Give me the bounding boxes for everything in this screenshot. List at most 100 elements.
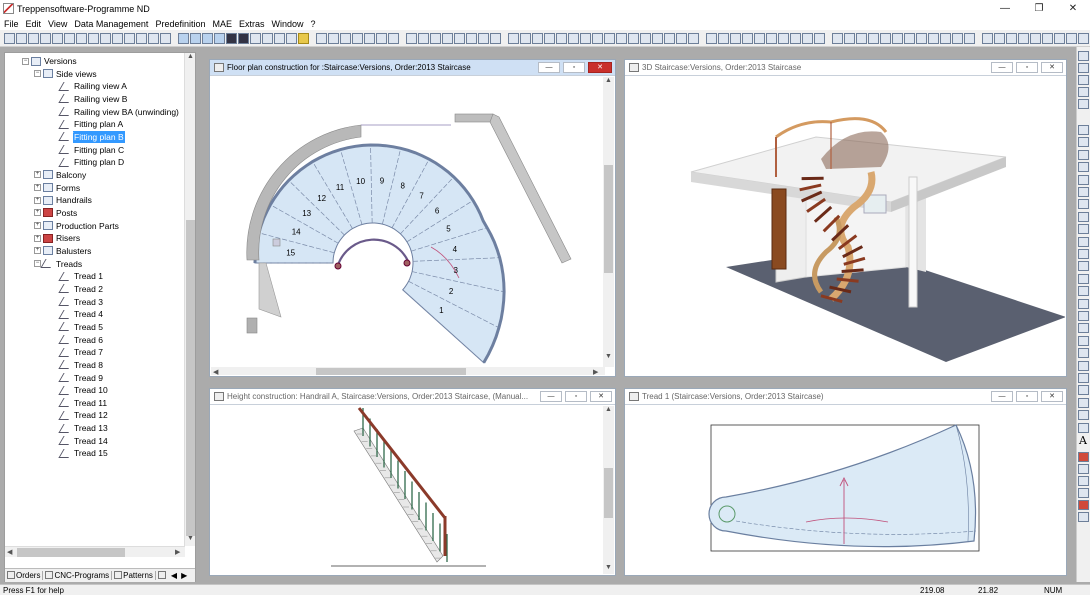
view-3d-canvas[interactable] [626, 77, 1065, 375]
toolbar-tool-icon[interactable] [904, 32, 915, 44]
toolbar-tool-icon[interactable] [778, 32, 789, 44]
toolbar-tool-icon[interactable] [418, 32, 429, 44]
drawing-tool-icon[interactable] [1078, 187, 1089, 197]
toolbar-tool-icon[interactable] [856, 32, 867, 44]
toolbar-tool-icon[interactable] [112, 32, 123, 44]
toolbar-tool-icon[interactable] [580, 32, 591, 44]
tree-item[interactable]: Tread 9 [58, 372, 104, 384]
view-3d-window[interactable]: 3D Staircase:Versions, Order:2013 Stairc… [624, 59, 1067, 377]
menu-view[interactable]: View [44, 19, 70, 29]
toolbar-tool-icon[interactable] [676, 32, 687, 44]
toolbar-tool-icon[interactable] [64, 32, 75, 44]
tread-header[interactable]: Tread 1 (Staircase:Versions, Order:2013 … [625, 389, 1066, 405]
tree-item[interactable]: − Versions [22, 55, 78, 67]
height-scroll-up-icon[interactable]: ▲ [605, 406, 612, 413]
toolbar-tool-icon[interactable] [754, 32, 765, 44]
toolbar-tool-icon[interactable] [928, 32, 939, 44]
drawing-tool-icon[interactable] [1078, 261, 1089, 272]
drawing-tool-icon[interactable] [1078, 410, 1089, 421]
tree-item[interactable]: Railing view B [58, 93, 128, 105]
floor-plan-maximize-button[interactable]: ▫ [563, 62, 585, 73]
toolbar-tool-icon[interactable] [4, 32, 15, 44]
toolbar-tool-icon[interactable] [790, 32, 801, 44]
toolbar-tool-icon[interactable] [316, 32, 327, 44]
height-scroll-down-icon[interactable]: ▼ [605, 564, 612, 571]
toolbar-tool-icon[interactable] [52, 32, 63, 44]
drawing-tool-icon[interactable] [1078, 373, 1089, 383]
tree-item[interactable]: Tread 13 [58, 422, 109, 434]
drawing-tool-icon[interactable] [1078, 286, 1089, 297]
tree-scroll-thumb[interactable] [186, 220, 195, 536]
tree-expander-icon[interactable]: − [22, 57, 29, 65]
tree-horizontal-scrollbar[interactable]: ◀ ▶ [5, 546, 185, 557]
toolbar-tool-icon[interactable] [880, 32, 891, 44]
height-construction-window[interactable]: Height construction: Handrail A, Stairca… [209, 388, 616, 576]
drawing-tool-icon[interactable] [1078, 149, 1089, 160]
toolbar-tool-icon[interactable] [40, 32, 51, 44]
tree-item[interactable]: + Risers [34, 232, 81, 244]
tree-item[interactable]: Tread 7 [58, 346, 104, 358]
toolbar-tool-icon[interactable] [592, 32, 603, 44]
drawing-tool-icon[interactable] [1078, 311, 1089, 321]
toolbar-tool-icon[interactable] [952, 32, 963, 44]
toolbar-tool-icon[interactable] [406, 32, 417, 44]
toolbar-tool-icon[interactable] [16, 32, 27, 44]
tree-item[interactable]: + Handrails [34, 194, 93, 206]
toolbar-tool-icon[interactable] [1030, 32, 1041, 44]
drawing-tool-icon[interactable] [1078, 63, 1089, 73]
toolbar-tool-icon[interactable] [202, 32, 213, 44]
toolbar-tool-icon[interactable] [226, 32, 237, 44]
toolbar-tool-icon[interactable] [982, 32, 993, 44]
tread-close-button[interactable]: ✕ [1041, 391, 1063, 402]
drawing-tool-icon[interactable] [1078, 348, 1089, 359]
toolbar-tool-icon[interactable] [376, 32, 387, 44]
tree-item[interactable]: + Balusters [34, 245, 92, 257]
toolbar-tool-icon[interactable] [136, 32, 147, 44]
toolbar-tool-icon[interactable] [160, 32, 171, 44]
tab-prev-icon[interactable]: ◀ [169, 571, 179, 580]
drawing-tool-icon[interactable] [1078, 211, 1089, 222]
drawing-tool-icon[interactable] [1078, 360, 1089, 371]
toolbar-tool-icon[interactable] [1006, 32, 1017, 44]
height-close-button[interactable]: ✕ [590, 391, 612, 402]
tree-item[interactable]: − Treads [34, 258, 83, 270]
tree-expander-icon[interactable]: + [34, 196, 41, 204]
toolbar-tool-icon[interactable] [214, 32, 225, 44]
tree-expander-icon[interactable]: + [34, 209, 41, 217]
tree-expander-icon[interactable]: − [34, 260, 41, 268]
menu-data-management[interactable]: Data Management [70, 19, 151, 29]
toolbar-tool-icon[interactable] [556, 32, 567, 44]
floor-plan-canvas[interactable]: 1 2 3 4 5 6 7 8 9 10 11 12 13 14 15 ▲ ▼ ◀ ▶ [211, 77, 614, 375]
tree-item[interactable]: Tread 2 [58, 283, 104, 295]
view-3d-close-button[interactable]: ✕ [1041, 62, 1063, 73]
menu-help[interactable]: ? [307, 19, 319, 29]
drawing-tool-icon[interactable] [1078, 249, 1089, 259]
toolbar-tool-icon[interactable] [742, 32, 753, 44]
height-construction-header[interactable]: Height construction: Handrail A, Stairca… [210, 389, 615, 405]
toolbar-tool-icon[interactable] [490, 32, 501, 44]
height-construction-canvas[interactable]: ▲ ▼ [211, 406, 614, 574]
toolbar-tool-icon[interactable] [1018, 32, 1029, 44]
menu-predefinition[interactable]: Predefinition [151, 19, 208, 29]
drawing-tool-icon[interactable] [1078, 137, 1089, 148]
fp-scroll-right-icon[interactable]: ▶ [593, 368, 598, 375]
drawing-tool-icon[interactable] [1078, 236, 1089, 247]
toolbar-tool-icon[interactable] [628, 32, 639, 44]
height-maximize-button[interactable]: ▫ [565, 391, 587, 402]
fp-scroll-left-icon[interactable]: ◀ [213, 368, 218, 375]
tree-item[interactable]: − Side views [34, 68, 98, 80]
menu-mae[interactable]: MAE [208, 19, 235, 29]
menu-file[interactable]: File [0, 19, 22, 29]
toolbar-tool-icon[interactable] [238, 32, 249, 44]
floor-plan-close-button[interactable]: ✕ [588, 62, 612, 73]
drawing-tool-icon[interactable] [1078, 452, 1089, 462]
toolbar-tool-icon[interactable] [718, 32, 729, 44]
toolbar-tool-icon[interactable] [868, 32, 879, 44]
floor-plan-drawing[interactable]: 123456789101112131415 [211, 77, 614, 375]
toolbar-tool-icon[interactable] [892, 32, 903, 44]
tree-item[interactable]: + Posts [34, 207, 78, 219]
toolbar-tool-icon[interactable] [454, 32, 465, 44]
drawing-tool-icon[interactable] [1078, 162, 1089, 173]
tree-item[interactable]: + Balcony [34, 169, 87, 181]
toolbar-tool-icon[interactable] [298, 32, 309, 44]
